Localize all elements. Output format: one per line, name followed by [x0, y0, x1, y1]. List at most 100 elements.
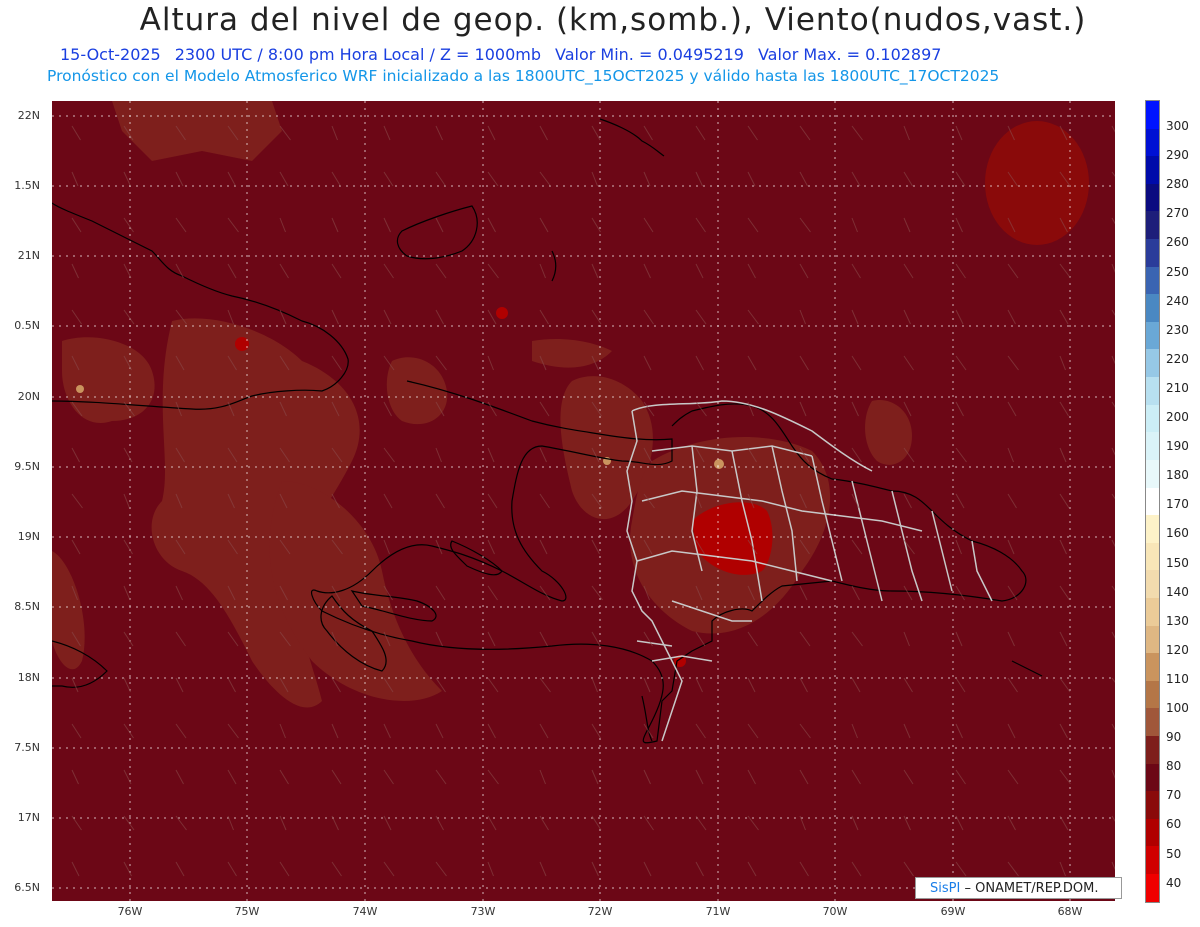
wind-barb [1059, 723, 1068, 739]
credit-brand: SisPI [930, 881, 961, 896]
wind-barb [903, 355, 914, 371]
wind-barb [123, 769, 132, 785]
lat-label: 1.5N [14, 179, 40, 192]
wind-barb [227, 263, 237, 279]
lon-label: 70W [822, 905, 848, 918]
wind-barb [799, 125, 811, 141]
color-scale-label: 200 [1166, 410, 1189, 424]
color-scale-label: 190 [1166, 439, 1189, 454]
wind-barb [71, 723, 82, 739]
wind-barb [903, 309, 911, 325]
wind-barb [435, 723, 444, 739]
wind-barb [799, 401, 807, 417]
color-scale-label: 180 [1166, 468, 1189, 483]
wind-barb [955, 125, 963, 141]
color-scale-label: 80 [1166, 759, 1182, 774]
wind-barb [1111, 769, 1115, 780]
wind-barb [695, 171, 703, 187]
lon-label: 75W [234, 905, 260, 918]
color-scale-segment [1146, 763, 1159, 792]
wind-barb [1007, 723, 1016, 739]
color-scale-segment [1146, 128, 1159, 157]
max-value: Valor Max. = 0.102897 [757, 45, 942, 64]
wind-barb [539, 539, 548, 555]
map-panel [52, 101, 1115, 901]
wind-barb [799, 309, 806, 325]
wind-barb [175, 263, 184, 279]
wind-barb [1007, 631, 1015, 647]
wind-barb [955, 631, 963, 647]
wind-barb [695, 677, 703, 693]
color-scale-label: 300 [1166, 119, 1189, 133]
wind-barb [643, 309, 654, 325]
wind-barb [1059, 401, 1069, 417]
wind-barb [383, 263, 394, 279]
map-canvas [52, 101, 1115, 901]
wind-barb [643, 769, 651, 785]
lat-label: 18N [17, 671, 40, 684]
wind-barb [747, 861, 757, 877]
wind-barb [799, 171, 808, 187]
wind-barb [331, 125, 338, 141]
wind-barb [1059, 861, 1066, 877]
wind-barb [1111, 125, 1115, 133]
wind-barb [747, 677, 756, 693]
wind-barb [591, 677, 598, 693]
wind-barb [1111, 309, 1115, 316]
color-scale-segment [1146, 542, 1159, 571]
color-scale-segment [1146, 653, 1159, 681]
color-scale-label: 110 [1166, 671, 1189, 686]
wind-barb [903, 585, 913, 601]
wind-barb [175, 217, 187, 233]
lon-label: 69W [940, 905, 966, 918]
wind-barb [695, 861, 704, 877]
wind-barb [799, 631, 811, 647]
wind-barb [227, 861, 237, 877]
wind-barb [591, 125, 601, 141]
wind-barb [747, 723, 759, 739]
color-scale-segment [1146, 156, 1159, 184]
wind-barb [227, 309, 234, 325]
color-scale-segment [1146, 708, 1159, 737]
color-scale-label: 100 [1166, 701, 1189, 715]
color-scale-segment [1146, 846, 1159, 875]
wind-barb [1007, 355, 1019, 371]
wind-barb [487, 585, 498, 601]
wind-barb [175, 769, 184, 785]
wind-barb [435, 585, 446, 601]
color-scale-bar [1145, 100, 1160, 903]
color-scale-segment [1146, 377, 1159, 405]
lat-label: 6.5N [14, 881, 40, 894]
lat-label: 7.5N [14, 741, 40, 754]
wind-barb [851, 355, 862, 371]
color-scale-label: 240 [1166, 293, 1189, 308]
wind-barb [279, 263, 289, 279]
lat-label: 20N [17, 390, 40, 403]
wind-barb [747, 309, 759, 325]
wind-barb [279, 861, 290, 877]
wind-barb [227, 677, 236, 693]
wind-barb [1111, 217, 1115, 225]
wind-barb [487, 631, 496, 647]
wind-barb [851, 401, 859, 417]
wind-barb [123, 585, 131, 601]
wind-barb [903, 723, 911, 739]
wind-barb [851, 677, 861, 693]
color-scale-segment [1146, 432, 1159, 460]
color-scale-label: 60 [1166, 817, 1182, 832]
lat-label: 9.5N [14, 460, 40, 473]
wind-barb [435, 861, 447, 877]
lon-label: 74W [352, 905, 378, 918]
wind-barb [955, 677, 966, 693]
color-scale-segment [1146, 597, 1159, 626]
wind-barb [175, 171, 184, 187]
wind-barb [799, 355, 809, 371]
wind-barb [747, 769, 756, 785]
wind-barb [799, 585, 808, 601]
wind-barb [539, 631, 548, 647]
wind-barb [1007, 677, 1018, 693]
wind-barb [695, 631, 706, 647]
wind-barb [71, 769, 79, 785]
geopotential-low-zone [985, 121, 1089, 245]
wind-barb [279, 217, 286, 233]
